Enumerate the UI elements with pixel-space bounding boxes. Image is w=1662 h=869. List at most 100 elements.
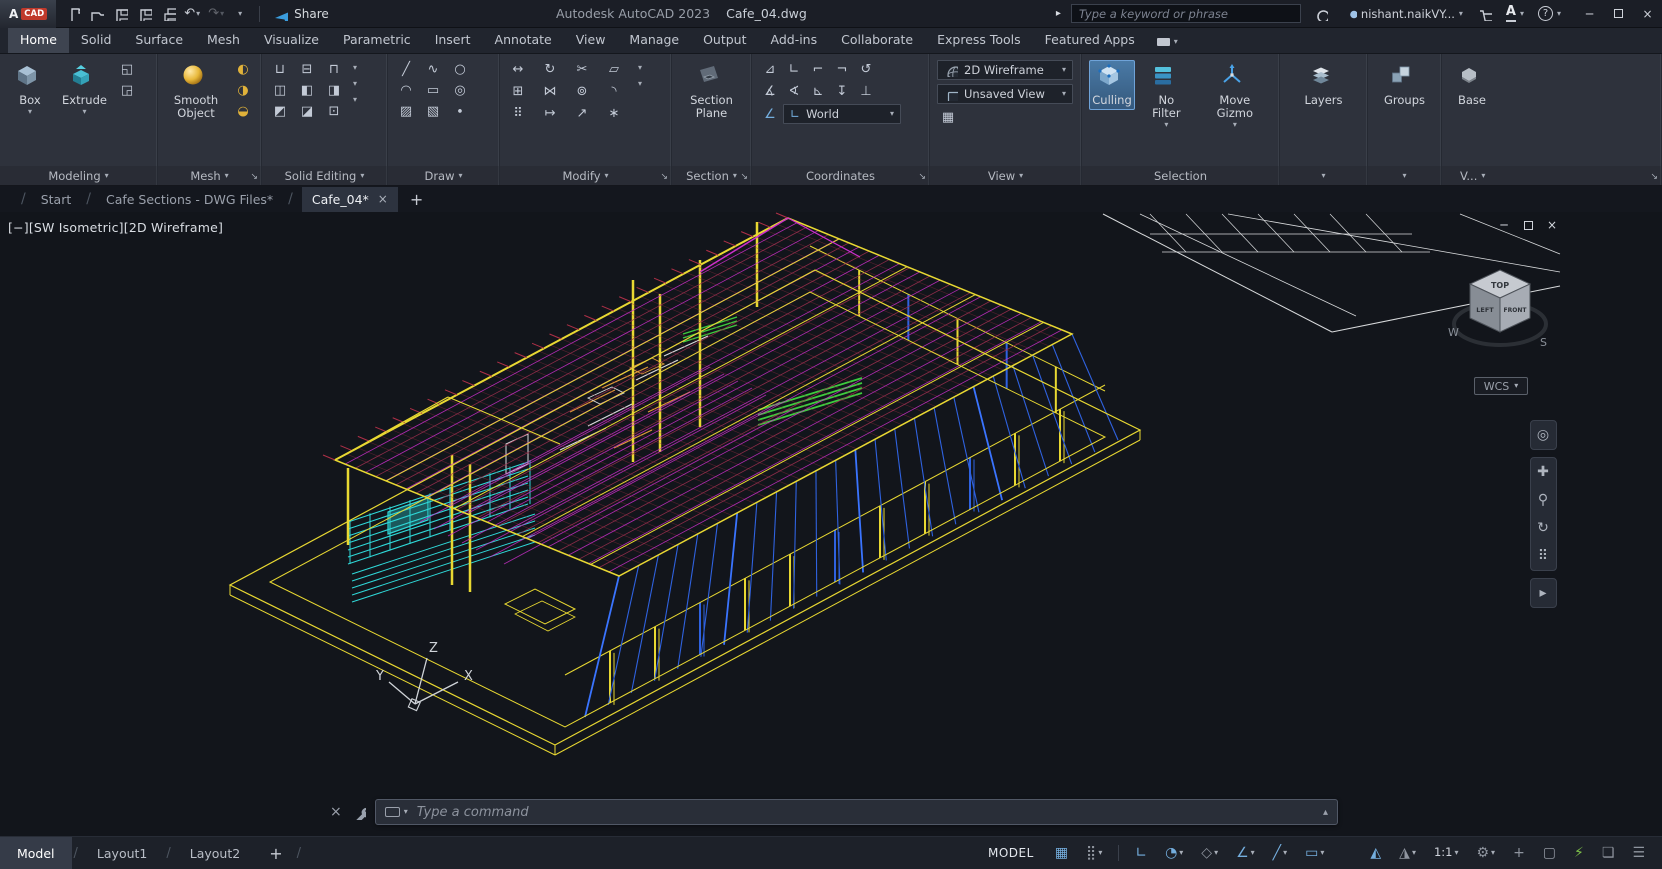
ucs-named-icon[interactable]: ⊥ <box>855 82 877 101</box>
plot-button[interactable] <box>156 2 180 26</box>
grid-display-toggle[interactable]: ▦ <box>1048 843 1075 863</box>
ribbon-tab-output[interactable]: Output <box>691 27 758 53</box>
panel-label-draw[interactable]: Draw <box>388 166 499 185</box>
polysolid-icon[interactable]: ◱ <box>116 60 138 79</box>
application-menu-button[interactable]: A CAD <box>0 0 56 28</box>
new-layout-button[interactable]: + <box>257 844 294 863</box>
open-button[interactable] <box>84 2 108 26</box>
slice-icon[interactable]: ◫ <box>269 81 291 100</box>
clean-icon[interactable]: ◪ <box>296 102 318 121</box>
named-view-dropdown[interactable]: Unsaved View <box>937 84 1073 104</box>
panel-label-section[interactable]: Section <box>672 166 751 185</box>
ellipse-icon[interactable]: ◎ <box>449 81 471 100</box>
circle-icon[interactable]: ○ <box>449 60 471 79</box>
share-button[interactable]: Share <box>267 6 335 21</box>
command-line-close-button[interactable]: × <box>330 804 342 820</box>
orbit-icon[interactable]: ↻ <box>1532 517 1555 539</box>
imprint-icon[interactable]: ◩ <box>269 102 291 121</box>
viewport-restore-button[interactable] <box>1522 219 1534 231</box>
layers-button[interactable]: Layers <box>1300 60 1346 110</box>
panel-label-groups[interactable] <box>1368 166 1441 185</box>
base-button[interactable]: Base <box>1449 60 1495 110</box>
new-tab-button[interactable]: + <box>410 190 423 209</box>
dropdown-arrow-icon[interactable] <box>638 64 642 72</box>
window-minimize-button[interactable]: ─ <box>1575 0 1604 28</box>
wcs-dropdown[interactable]: WCS <box>1474 377 1528 395</box>
selection-filter-button[interactable]: No Filter <box>1140 60 1193 132</box>
selection-cycling-toggle[interactable]: ▭ <box>1298 843 1331 863</box>
mesh-refine-icon[interactable]: ◐ <box>232 60 254 79</box>
smooth-object-button[interactable]: Smooth Object <box>165 60 227 123</box>
viewcube[interactable]: TOP LEFT FRONT W S <box>1448 270 1547 349</box>
ortho-mode-toggle[interactable]: ∟ <box>1128 843 1154 863</box>
ucs-icon[interactable]: ⊿ <box>759 60 781 79</box>
ribbon-tab-view[interactable]: View <box>564 27 618 53</box>
redo-button[interactable]: ↷ <box>204 2 228 26</box>
panel-label-selection[interactable]: Selection <box>1082 166 1279 185</box>
panel-label-modify[interactable]: Modify <box>500 166 671 185</box>
new-drawing-button[interactable] <box>60 2 84 26</box>
arc-icon[interactable]: ◠ <box>395 81 417 100</box>
workspace-switching-button[interactable]: ⚙ <box>1469 843 1502 863</box>
customization-menu-button[interactable]: ☰ <box>1625 843 1652 863</box>
snap-mode-toggle[interactable]: ⣿ <box>1079 843 1109 863</box>
command-line-customize-icon[interactable] <box>351 805 366 820</box>
save-as-button[interactable] <box>132 2 156 26</box>
presspull-icon[interactable]: ◲ <box>116 81 138 100</box>
dropdown-arrow-icon[interactable] <box>353 96 357 104</box>
save-button[interactable] <box>108 2 132 26</box>
window-restore-button[interactable] <box>1604 0 1633 28</box>
line-icon[interactable]: ╱ <box>395 60 417 79</box>
search-history-arrow-icon[interactable]: ▸ <box>1056 8 1061 19</box>
dropdown-arrow-icon[interactable] <box>353 80 357 88</box>
ribbon-collapse-button[interactable] <box>1147 33 1188 53</box>
help-button[interactable]: ? <box>1536 0 1563 28</box>
ucs-origin-icon[interactable]: ↺ <box>855 60 877 79</box>
ucs-world-icon[interactable]: ∟ <box>783 60 805 79</box>
customization-add-button[interactable]: + <box>1506 843 1532 863</box>
polar-tracking-toggle[interactable]: ◔ <box>1158 843 1190 863</box>
fillet-icon[interactable]: ◝ <box>603 82 625 101</box>
ribbon-tab-express-tools[interactable]: Express Tools <box>925 27 1033 53</box>
autodesk-access-button[interactable]: A <box>1504 0 1526 28</box>
command-input[interactable]: Type a command ▴ <box>375 799 1338 825</box>
viewport-configuration-icon[interactable]: ▦ <box>937 108 959 127</box>
annotation-scale-button[interactable]: 1:1 <box>1427 844 1466 862</box>
ribbon-tab-surface[interactable]: Surface <box>123 27 195 53</box>
ribbon-tab-add-ins[interactable]: Add-ins <box>759 27 830 53</box>
ribbon-tab-featured-apps[interactable]: Featured Apps <box>1033 27 1147 53</box>
shell-icon[interactable]: ◧ <box>296 81 318 100</box>
array-icon[interactable]: ⠿ <box>507 104 529 123</box>
panel-launcher-icon[interactable] <box>250 168 258 182</box>
union-icon[interactable]: ⊔ <box>269 60 291 79</box>
ribbon-tab-insert[interactable]: Insert <box>423 27 483 53</box>
ucs-face-icon[interactable]: ¬ <box>831 60 853 79</box>
object-snap-tracking-toggle[interactable]: ∠ <box>1229 843 1262 863</box>
wireframe-drawing[interactable]: Z Y X TOP LEFT FRONT W S <box>0 212 1662 836</box>
ribbon-tab-mesh[interactable]: Mesh <box>195 27 252 53</box>
steering-wheel-menu-icon[interactable]: ⠿ <box>1532 545 1555 567</box>
command-history-button[interactable]: ▴ <box>1323 807 1328 818</box>
intersect-icon[interactable]: ⊓ <box>323 60 345 79</box>
stretch-icon[interactable]: ↦ <box>539 104 561 123</box>
panel-label-layers[interactable] <box>1280 166 1367 185</box>
layout-tab-model[interactable]: Model <box>0 837 72 869</box>
dropdown-arrow-icon[interactable] <box>353 64 357 72</box>
ribbon-tab-manage[interactable]: Manage <box>617 27 691 53</box>
file-tab-cafe-04[interactable]: Cafe_04* × <box>302 187 398 212</box>
ucs-object-icon[interactable]: ⊾ <box>807 82 829 101</box>
isometric-drafting-toggle[interactable]: ◇ <box>1194 843 1225 863</box>
panel-label-modeling[interactable]: Modeling <box>0 166 157 185</box>
mirror-icon[interactable]: ⋈ <box>539 82 561 101</box>
erase-icon[interactable]: ▱ <box>603 60 625 79</box>
rotate-icon[interactable]: ↻ <box>539 60 561 79</box>
ucs-world-dropdown[interactable]: ∟ World <box>783 104 901 124</box>
ribbon-tab-solid[interactable]: Solid <box>69 27 123 53</box>
scale-icon[interactable]: ↗ <box>571 104 593 123</box>
clean-screen-toggle[interactable]: ❏ <box>1595 843 1622 863</box>
dropdown-arrow-icon[interactable] <box>638 80 642 88</box>
copy-icon[interactable]: ⊞ <box>507 82 529 101</box>
annotation-visibility-toggle[interactable]: ◭ <box>1363 843 1388 863</box>
ucs-z-vector-icon[interactable]: ∡ <box>759 82 781 101</box>
layout-tab-layout1[interactable]: Layout1 <box>80 837 164 869</box>
